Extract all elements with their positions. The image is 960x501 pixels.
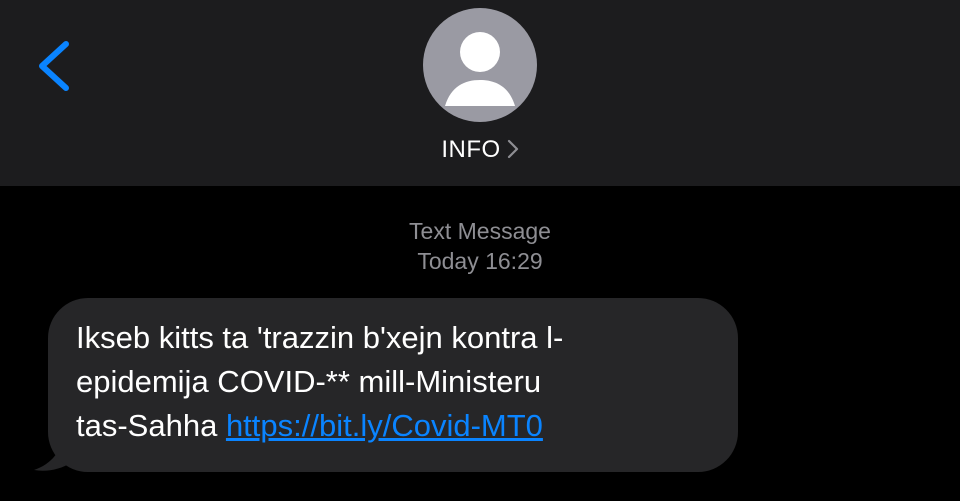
- chevron-right-icon: [507, 140, 518, 159]
- incoming-message[interactable]: Ikseb kitts ta 'trazzin b'xejn kontra l-…: [32, 298, 752, 476]
- messages-screen: INFO Text Message Today 16:29 Ikseb kitt…: [0, 0, 960, 501]
- message-line: tas-Sahha: [76, 408, 226, 443]
- service-label: Text Message: [409, 218, 551, 244]
- timestamp-text: Today 16:29: [417, 248, 543, 274]
- message-bubble: Ikseb kitts ta 'trazzin b'xejn kontra l-…: [48, 298, 738, 472]
- avatar: [423, 8, 537, 122]
- contact-name: INFO: [441, 136, 501, 163]
- chevron-left-icon: [39, 41, 69, 91]
- message-line: epidemija COVID-** mill-Ministeru: [76, 364, 542, 399]
- conversation-header: INFO: [0, 0, 960, 186]
- message-link[interactable]: https://bit.ly/Covid-MT0: [226, 408, 543, 443]
- contact-details-button[interactable]: INFO: [380, 6, 580, 176]
- back-button[interactable]: [28, 36, 82, 96]
- person-silhouette-icon: [445, 32, 515, 106]
- message-line: Ikseb kitts ta 'trazzin b'xejn kontra l-: [76, 320, 564, 355]
- contact-name-row: INFO: [380, 134, 580, 166]
- message-timestamp: Text Message Today 16:29: [0, 216, 960, 276]
